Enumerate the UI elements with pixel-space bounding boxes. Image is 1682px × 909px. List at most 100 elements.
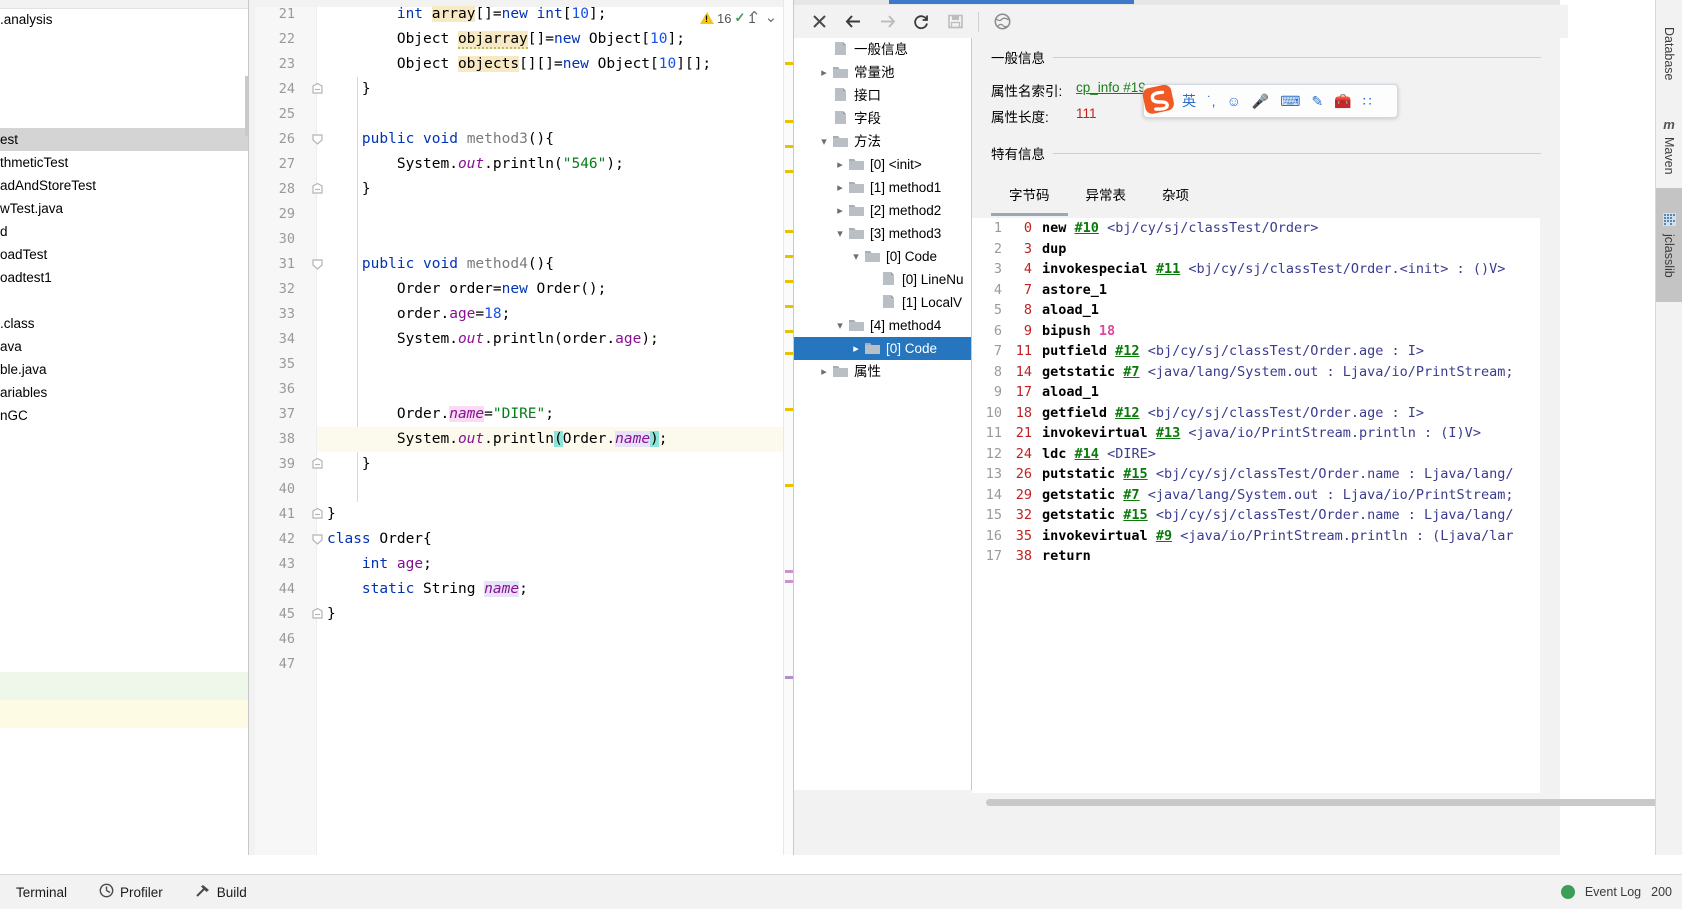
chevron-right-icon[interactable]: ▸: [832, 154, 848, 177]
code-line[interactable]: 28 }: [249, 177, 794, 202]
globe-icon[interactable]: [985, 7, 1019, 37]
line-number[interactable]: 42: [249, 527, 295, 552]
classfile-tree-node[interactable]: [0] LineNu: [794, 268, 972, 291]
bytecode-row[interactable]: 7 11 putfield #12 <bj/cy/sj/classTest/Orde…: [972, 341, 1540, 362]
fold-expanded-icon[interactable]: [311, 133, 324, 146]
line-number[interactable]: 25: [249, 102, 295, 127]
line-content[interactable]: System.out.println("546");: [327, 152, 624, 177]
constant-pool-link[interactable]: #13: [1156, 425, 1180, 441]
constant-pool-link[interactable]: #14: [1075, 446, 1099, 462]
fold-expanded-icon[interactable]: [311, 533, 324, 546]
code-line[interactable]: 25: [249, 102, 794, 127]
project-tree-item[interactable]: ava: [0, 335, 249, 358]
line-number[interactable]: 26: [249, 127, 295, 152]
terminal-button[interactable]: Terminal: [0, 885, 83, 900]
line-number[interactable]: 46: [249, 627, 295, 652]
chevron-down-icon[interactable]: ▾: [816, 131, 832, 154]
classfile-tree-node[interactable]: ▾ [4] method4: [794, 314, 972, 337]
classfile-tree-node[interactable]: 一般信息: [794, 38, 972, 61]
code-line[interactable]: 31 public void method4(){: [249, 252, 794, 277]
classfile-structure-tree[interactable]: 一般信息 ▸ 常量池 接口 字段 ▾ 方法 ▸ [0] <init> ▸ [1] method1 ▸ […: [794, 38, 972, 828]
line-number[interactable]: 44: [249, 577, 295, 602]
emoji-icon[interactable]: ☺: [1227, 93, 1241, 109]
project-tree-item[interactable]: [0, 77, 249, 100]
code-line[interactable]: 24 }: [249, 77, 794, 102]
line-number[interactable]: 32: [249, 277, 295, 302]
next-problem-icon[interactable]: ⌄: [765, 8, 778, 26]
bytecode-row[interactable]: 8 14 getstatic #7 <java/lang/System.out : …: [972, 362, 1540, 383]
classfile-tree-node[interactable]: ▾ 方法: [794, 130, 972, 153]
project-tree-item[interactable]: .analysis: [0, 8, 249, 31]
line-content[interactable]: System.out.println(order.age);: [327, 327, 659, 352]
classfile-tree-node[interactable]: 字段: [794, 107, 972, 130]
line-content[interactable]: Object objects[][]=new Object[10][];: [327, 52, 711, 77]
voice-input-icon[interactable]: 🎤: [1252, 93, 1269, 110]
classfile-tree-node[interactable]: ▸ [2] method2: [794, 199, 972, 222]
classfile-tree-node[interactable]: ▸ [1] method1: [794, 176, 972, 199]
project-tree-item[interactable]: ble.java: [0, 358, 249, 381]
code-line[interactable]: 27 System.out.println("546");: [249, 152, 794, 177]
status-bar-right[interactable]: Event Log 200: [1560, 885, 1672, 899]
line-number[interactable]: 28: [249, 177, 295, 202]
line-content[interactable]: class Order{: [327, 527, 432, 552]
bytecode-row[interactable]: 6 9 bipush 18: [972, 321, 1540, 342]
line-content[interactable]: }: [327, 502, 336, 527]
bytecode-list[interactable]: 1 0 new #10 <bj/cy/sj/classTest/Order> 2 3 du…: [972, 218, 1540, 793]
classfile-tree-node[interactable]: ▸ [0] Code: [794, 337, 972, 360]
code-line[interactable]: 39 }: [249, 452, 794, 477]
rail-tab-jclasslib[interactable]: jclasslib: [1656, 188, 1682, 302]
fold-end-icon[interactable]: [311, 83, 324, 96]
code-line[interactable]: 37 Order.name="DIRE";: [249, 402, 794, 427]
detail-tab-bytecode[interactable]: 字节码: [991, 178, 1068, 216]
line-number[interactable]: 24: [249, 77, 295, 102]
classfile-tree-node[interactable]: ▾ [0] Code: [794, 245, 972, 268]
line-number[interactable]: 45: [249, 602, 295, 627]
constant-pool-link[interactable]: #9: [1156, 528, 1172, 544]
bytecode-row[interactable]: 13 26 putstatic #15 <bj/cy/sj/classTest/Or…: [972, 464, 1540, 485]
line-number[interactable]: 23: [249, 52, 295, 77]
project-tree-item[interactable]: [0, 31, 249, 54]
fold-end-icon[interactable]: [311, 458, 324, 471]
bytecode-row[interactable]: 5 8 aload_1: [972, 300, 1540, 321]
line-content[interactable]: Order order=new Order();: [327, 277, 607, 302]
bytecode-row[interactable]: 11 21 invokevirtual #13 <java/io/PrintStre…: [972, 423, 1540, 444]
line-number[interactable]: 47: [249, 652, 295, 677]
line-number[interactable]: 37: [249, 402, 295, 427]
chevron-right-icon[interactable]: ▸: [816, 361, 832, 384]
constant-pool-link[interactable]: #7: [1123, 487, 1139, 503]
project-tree-item[interactable]: nGC: [0, 404, 249, 427]
classfile-tree-node[interactable]: ▾ [3] method3: [794, 222, 972, 245]
fold-end-icon[interactable]: [311, 508, 324, 521]
rail-tab-maven[interactable]: m Maven: [1656, 92, 1682, 200]
line-content[interactable]: public void method3(){: [327, 127, 554, 152]
constant-pool-link[interactable]: #12: [1115, 343, 1139, 359]
detail-sub-tabs[interactable]: 字节码 异常表 杂项: [991, 178, 1207, 216]
line-number[interactable]: 41: [249, 502, 295, 527]
bytecode-row[interactable]: 12 24 ldc #14 <DIRE>: [972, 444, 1540, 465]
constant-pool-link[interactable]: #15: [1123, 466, 1147, 482]
bytecode-row[interactable]: 4 7 astore_1: [972, 280, 1540, 301]
line-content[interactable]: }: [327, 177, 371, 202]
code-line[interactable]: 44 static String name;: [249, 577, 794, 602]
code-line[interactable]: 26 public void method3(){: [249, 127, 794, 152]
classfile-tree-node[interactable]: 接口: [794, 84, 972, 107]
chevron-right-icon[interactable]: ▸: [816, 62, 832, 85]
build-button[interactable]: Build: [179, 883, 263, 901]
project-tree-item[interactable]: oadTest: [0, 243, 249, 266]
refresh-icon[interactable]: [904, 7, 938, 37]
code-line[interactable]: 34 System.out.println(order.age);: [249, 327, 794, 352]
constant-pool-link[interactable]: #11: [1156, 261, 1180, 277]
bytecode-row[interactable]: 14 29 getstatic #7 <java/lang/System.out :…: [972, 485, 1540, 506]
fold-expanded-icon[interactable]: [311, 258, 324, 271]
profiler-button[interactable]: Profiler: [83, 883, 179, 901]
line-content[interactable]: }: [327, 77, 371, 102]
line-number[interactable]: 40: [249, 477, 295, 502]
code-line[interactable]: 32 Order order=new Order();: [249, 277, 794, 302]
line-number[interactable]: 30: [249, 227, 295, 252]
attr-name-index-link[interactable]: cp_info #19: [1076, 80, 1146, 95]
zoom-level[interactable]: 200: [1651, 885, 1672, 899]
classfile-tree-node[interactable]: ▸ [0] <init>: [794, 153, 972, 176]
line-number[interactable]: 31: [249, 252, 295, 277]
jclasslib-toolbar[interactable]: [794, 5, 1568, 38]
chevron-down-icon[interactable]: ▾: [832, 315, 848, 338]
